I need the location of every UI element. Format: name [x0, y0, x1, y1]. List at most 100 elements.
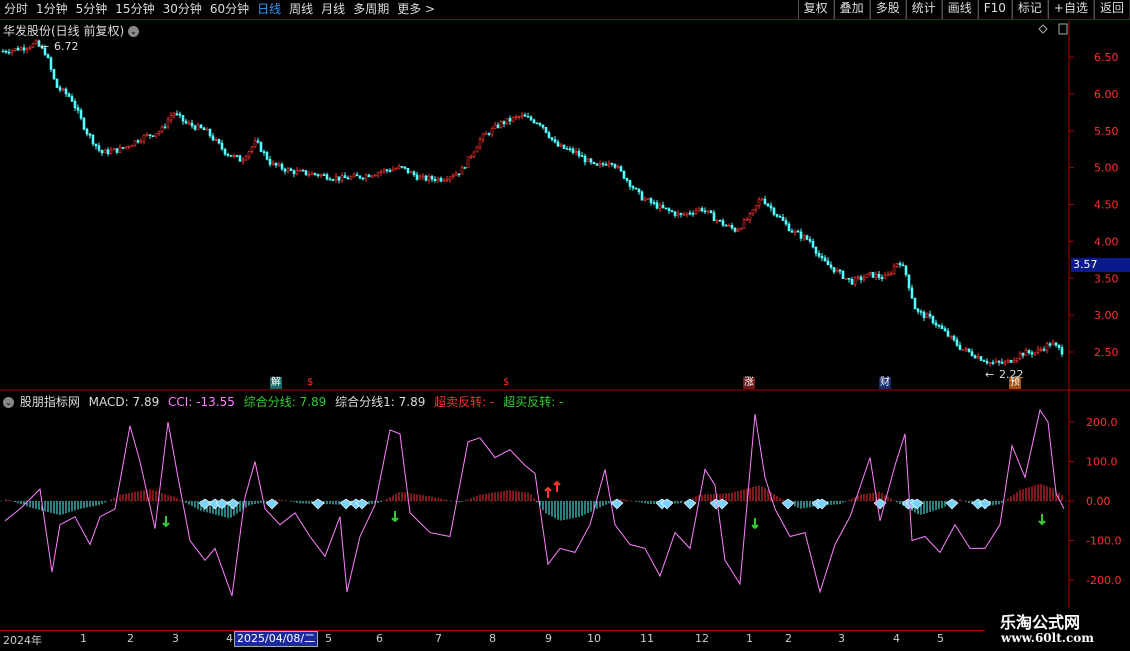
chart-canvas[interactable]: 6.50 6.00 5.50 5.00 4.50 4.00 3.50 3.00 2.50 200…: [0, 0, 1130, 650]
indicator-name[interactable]: 股朋指标网: [20, 395, 80, 409]
candle-body: [10, 49, 14, 53]
candle-body: [973, 355, 977, 359]
event-marker-unlock[interactable]: 解: [270, 377, 282, 389]
candle-body: [607, 163, 611, 166]
candle-body: [70, 96, 74, 102]
candle-body: [1042, 348, 1046, 351]
candle-body: [430, 175, 434, 180]
candle-body: [790, 230, 794, 233]
candle-body: [1033, 351, 1037, 355]
candle-body: [508, 118, 512, 122]
candle-body: [91, 134, 95, 145]
candle-body: [160, 126, 164, 133]
candle-body: [337, 176, 341, 181]
candle-body: [394, 168, 398, 170]
candle-body: [844, 277, 848, 280]
candle-body: [565, 148, 569, 150]
candle-body: [22, 47, 26, 51]
date-label: 3: [172, 632, 179, 645]
candle-body: [622, 170, 626, 179]
candle-body: [994, 360, 998, 363]
candle-body: [463, 167, 467, 169]
candle-body: [670, 210, 674, 213]
candle-body: [838, 269, 842, 272]
candle-body: [853, 277, 857, 285]
candle-body: [970, 351, 974, 356]
candle-body: [727, 224, 731, 227]
candle-body: [589, 158, 593, 163]
diamond-icon: [215, 498, 229, 510]
event-marker-forecast[interactable]: 预: [1009, 377, 1021, 389]
candle-body: [631, 186, 635, 189]
event-marker-dividend-2[interactable]: $: [502, 377, 510, 389]
candle-body: [1054, 342, 1058, 346]
candle-body: [682, 214, 686, 216]
candle-body: [289, 168, 293, 171]
candle-body: [64, 88, 68, 95]
down-arrow-icon: [1038, 514, 1046, 526]
candle-body: [1003, 361, 1007, 364]
event-marker-finance[interactable]: 财: [879, 377, 891, 389]
svg-text:←: ←: [985, 368, 994, 381]
candle-body: [952, 335, 956, 341]
candle-body: [310, 172, 314, 175]
price-label: 6.00: [1094, 88, 1119, 101]
candle-body: [697, 207, 701, 211]
diamond-icon[interactable]: [1038, 24, 1048, 34]
candle-body: [673, 211, 677, 216]
candle-body: [1048, 343, 1052, 346]
window-icon[interactable]: [1058, 23, 1068, 35]
indicator-axis: 200.0 100.0 0.00 -100.0 -200.0: [1069, 416, 1121, 587]
candle-body: [397, 166, 401, 169]
candle-body: [1060, 347, 1064, 355]
candle-body: [514, 116, 518, 118]
date-label: 5: [937, 632, 944, 645]
candle-body: [760, 198, 764, 201]
candle-body: [571, 148, 575, 153]
candle-body: [295, 170, 299, 175]
candle-body: [223, 148, 227, 155]
candle-body: [799, 231, 803, 239]
candle-body: [1015, 358, 1019, 361]
candle-body: [115, 148, 119, 153]
candle-body: [862, 277, 866, 281]
candle-body: [490, 128, 494, 135]
candle-body: [796, 230, 800, 233]
candle-body: [46, 54, 50, 58]
candle-body: [187, 122, 191, 125]
candle-body: [868, 272, 872, 275]
candle-body: [655, 202, 659, 209]
candle-body: [907, 274, 911, 289]
candle-body: [1057, 344, 1061, 348]
down-arrow-icon: [162, 516, 170, 528]
candle-body: [766, 203, 770, 207]
candle-body: [817, 253, 821, 257]
candle-body: [943, 328, 947, 332]
event-marker-dividend[interactable]: $: [306, 377, 314, 389]
candle-body: [175, 113, 179, 115]
candle-body: [133, 140, 137, 146]
candle-body: [559, 144, 563, 147]
candle-body: [190, 122, 194, 127]
indicator-label: -200.0: [1086, 574, 1121, 587]
date-label: 8: [489, 632, 496, 645]
chevron-down-icon[interactable]: ⌄: [3, 397, 14, 408]
chevron-down-icon[interactable]: ⌄: [128, 26, 140, 37]
candle-body: [955, 339, 959, 346]
candle-body: [109, 149, 113, 154]
candle-body: [556, 141, 560, 147]
candle-body: [751, 209, 755, 214]
candle-body: [517, 116, 521, 118]
candle-body: [874, 273, 878, 278]
candle-body: [985, 361, 989, 364]
oversold-reversal: 超卖反转: -: [434, 395, 495, 409]
candlestick-series: [1, 39, 1064, 367]
candle-body: [805, 235, 809, 240]
candle-body: [322, 174, 326, 176]
candle-body: [748, 213, 752, 220]
candle-body: [709, 210, 713, 214]
candle-body: [250, 146, 254, 152]
up-arrow-icon: [553, 480, 561, 492]
event-marker-rise[interactable]: 涨: [743, 377, 755, 389]
candle-body: [469, 156, 473, 158]
